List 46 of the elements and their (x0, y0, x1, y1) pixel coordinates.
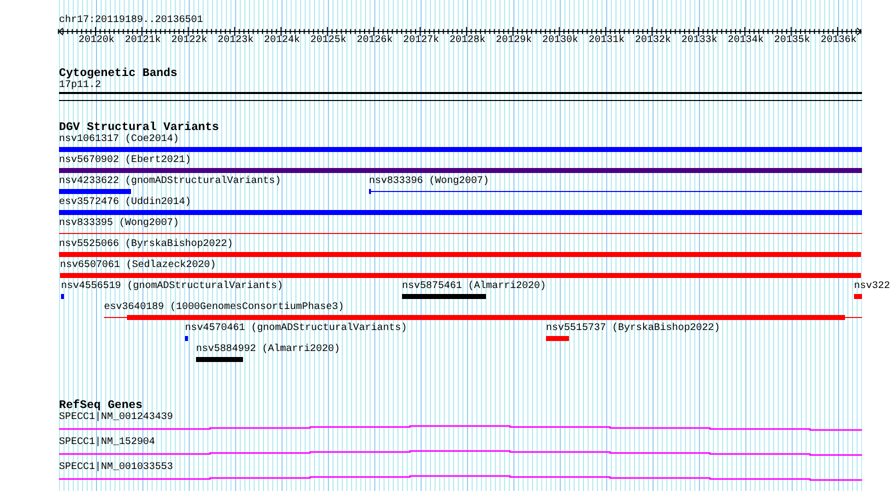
tick-label: 20125k (310, 35, 346, 47)
tick-label: 20127k (403, 35, 440, 47)
tick-label: 20132k (635, 35, 672, 47)
track-title: RefSeq Genes (59, 400, 142, 412)
variant-label[interactable]: nsv4556519 (gnomADStructuralVariants) (61, 281, 284, 293)
tick-label: 20136k (820, 35, 857, 47)
tick-label: 20131k (588, 35, 625, 47)
transcript-line[interactable] (59, 474, 862, 483)
transcript-label[interactable]: SPECC1|NM_152904 (59, 437, 862, 449)
variant-bar[interactable] (104, 315, 862, 320)
variant-label[interactable]: nsv6507061 (Sedlazeck2020) (60, 260, 216, 272)
transcript-label[interactable]: SPECC1|NM_001033553 (59, 462, 862, 474)
tick-label: 20128k (450, 35, 486, 47)
variant-label[interactable]: esv3572476 (Uddin2014) (59, 197, 192, 209)
transcript-label[interactable]: SPECC1|NM_001243439 (59, 412, 862, 424)
variant-label[interactable]: nsv5525066 (ByrskaBishop2022) (59, 239, 234, 251)
variant-label[interactable]: nsv833396 (Wong2007) (369, 176, 490, 188)
variant-label[interactable]: nsv322 (854, 281, 890, 293)
variant-label[interactable]: nsv4233622 (gnomADStructuralVariants) (59, 176, 282, 188)
tick-label: 20126k (356, 35, 393, 47)
variant-label[interactable]: nsv833395 (Wong2007) (59, 218, 180, 230)
tick-label: 20130k (542, 35, 578, 47)
transcript-line[interactable] (59, 449, 862, 458)
track-title: Cytogenetic Bands (59, 68, 178, 80)
tick-label: 20129k (496, 35, 532, 47)
variant-label[interactable]: nsv1061317 (Coe2014) (59, 134, 180, 146)
tick-label: 20134k (728, 35, 764, 47)
tick-label: 20124k (264, 35, 300, 47)
variant-bar[interactable] (59, 231, 862, 236)
tick-label: 20120k (78, 35, 114, 47)
variant-label[interactable]: nsv5670902 (Ebert2021) (59, 155, 192, 167)
tick-label: 20123k (218, 35, 254, 47)
tick-label: 20133k (681, 35, 718, 47)
track-title: DGV Structural Variants (59, 122, 220, 134)
variant-label[interactable]: nsv5884992 (Almarri2020) (196, 344, 340, 356)
variant-label[interactable]: nsv4570461 (gnomADStructuralVariants) (185, 323, 408, 335)
variant-label[interactable]: nsv5515737 (ByrskaBishop2022) (546, 323, 720, 335)
region-label: chr17:20119189..20136501 (59, 14, 204, 27)
variant-label[interactable]: esv3640189 (1000GenomesConsortiumPhase3) (104, 302, 344, 314)
tick-label: 20121k (124, 35, 161, 47)
band-label: 17p11.2 (59, 80, 102, 92)
tick-label: 20122k (171, 35, 208, 47)
transcript-line[interactable] (59, 424, 862, 433)
tick-label: 20135k (774, 35, 810, 47)
variant-label[interactable]: nsv5875461 (Almarri2020) (402, 281, 546, 293)
variant-bar[interactable] (369, 189, 862, 194)
